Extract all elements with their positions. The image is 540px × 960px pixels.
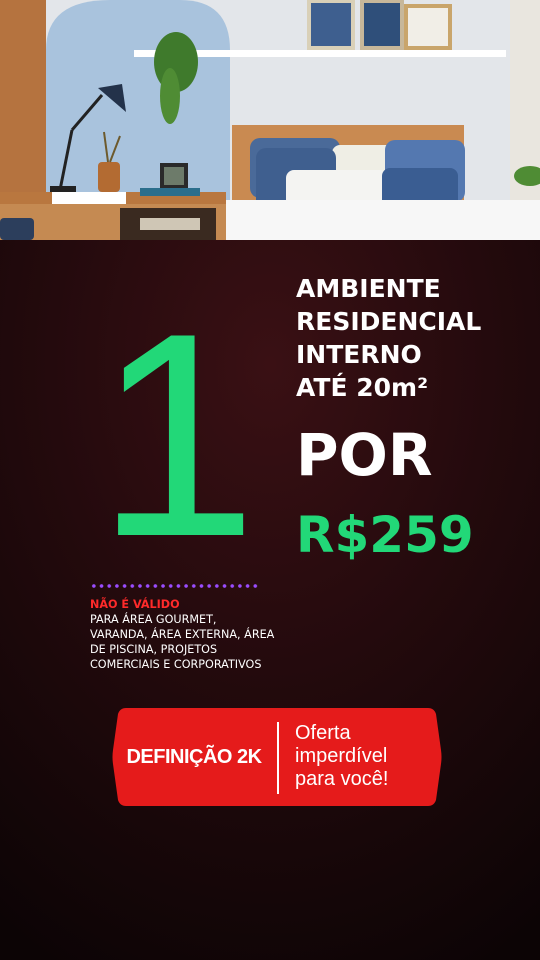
tagline-line: imperdível	[295, 745, 388, 767]
disclaimer: NÃO É VÁLIDO PARA ÁREA GOURMET, VARANDA,…	[90, 597, 290, 672]
disclaimer-line: DE PISCINA, PROJETOS	[90, 643, 218, 656]
bedroom-photo	[0, 0, 540, 240]
offer-headline: AMBIENTE RESIDENCIAL INTERNO ATÉ 20m²	[296, 272, 536, 404]
bedroom-illustration	[0, 0, 540, 240]
tagline-line: para você!	[295, 768, 389, 790]
tagline-line: Oferta	[295, 722, 351, 744]
banner-tagline: Oferta imperdível para você!	[295, 722, 435, 791]
disclaimer-line: COMERCIAIS E CORPORATIVOS	[90, 658, 262, 671]
headline-line: AMBIENTE	[296, 274, 441, 303]
disclaimer-title: NÃO É VÁLIDO	[90, 598, 180, 611]
resolution-label: DEFINIÇÃO 2K	[126, 745, 262, 768]
disclaimer-line: PARA ÁREA GOURMET,	[90, 613, 217, 626]
offer-price: R$259	[296, 506, 474, 564]
banner-divider	[277, 722, 279, 794]
offer-connector: POR	[296, 421, 433, 489]
headline-line: ATÉ 20m²	[296, 373, 429, 402]
disclaimer-line: VARANDA, ÁREA EXTERNA, ÁREA	[90, 628, 275, 641]
offer-quantity: 1	[96, 273, 258, 597]
offer-banner: DEFINIÇÃO 2K Oferta imperdível para você…	[112, 706, 442, 808]
headline-line: RESIDENCIAL	[296, 307, 482, 336]
headline-line: INTERNO	[296, 340, 422, 369]
dotted-divider	[90, 583, 260, 589]
